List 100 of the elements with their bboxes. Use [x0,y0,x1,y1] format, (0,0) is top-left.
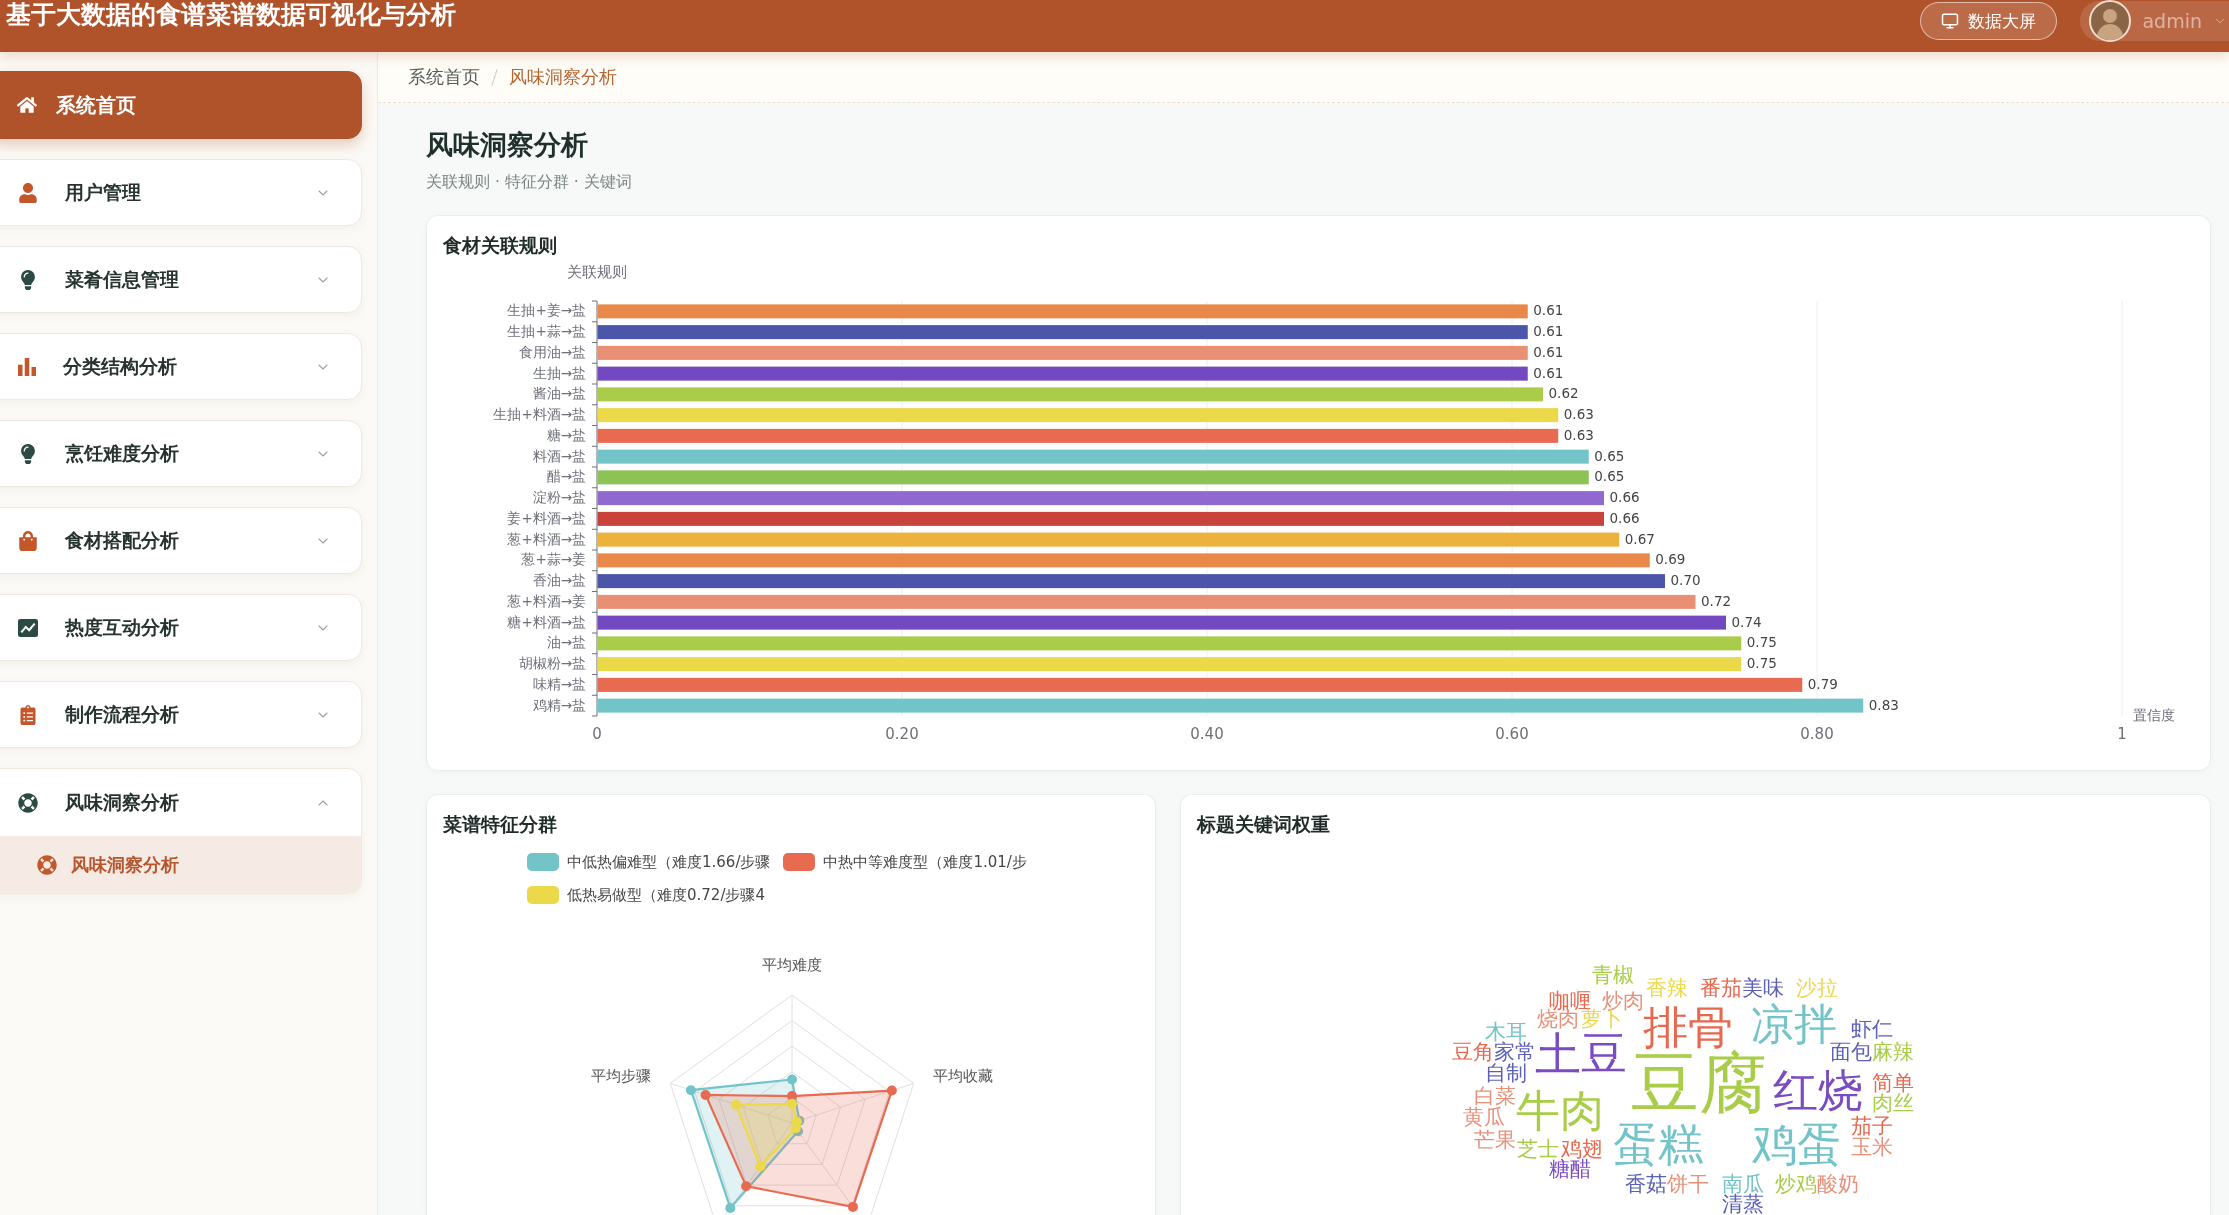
value-label: 0.74 [1731,613,1762,630]
menu-item[interactable]: 分类结构分析 [0,333,362,400]
value-label: 0.65 [1594,468,1625,485]
tick-label: 1 [2117,725,2127,743]
breadcrumb-item[interactable]: 系统首页 [408,65,480,89]
radar-point [787,1098,797,1109]
category-label: 油→盐 [546,634,586,651]
category-label: 生抽+姜→盐 [507,302,586,319]
value-label: 0.67 [1624,530,1655,547]
radar-point [755,1161,766,1172]
value-label: 0.61 [1533,323,1564,340]
keyword: 茄子 [1851,1115,1893,1137]
value-label: 0.69 [1655,551,1686,568]
keyword: 鸡蛋 [1752,1121,1842,1167]
menu-item[interactable]: 用户管理 [0,159,362,226]
life-ring-icon [18,792,38,813]
submenu-item[interactable]: 风味洞察分析 [0,836,361,893]
keyword: 蛋糕 [1613,1121,1703,1167]
value-label: 0.83 [1868,696,1899,713]
keyword: 木耳 [1485,1021,1527,1043]
category-label: 醋→盐 [546,468,586,485]
value-label: 0.63 [1563,426,1594,443]
keyword: 酸奶 [1817,1173,1859,1195]
category-label: 葱+料酒→姜 [507,592,586,609]
legend-item[interactable]: 低热易做型（难度0.72/步骤4 [527,885,765,905]
value-label: 0.66 [1609,509,1640,526]
category-label: 鸡精→盐 [532,696,586,713]
keyword: 糖醋 [1549,1158,1591,1180]
value-label: 0.75 [1746,655,1777,672]
keyword: 黄瓜 [1463,1106,1505,1128]
keyword: 沙拉 [1796,977,1838,999]
tick-label: 0 [592,725,602,743]
user-icon [18,182,38,203]
keyword: 炒鸡 [1775,1173,1817,1195]
menu-item[interactable]: 烹饪难度分析 [0,420,362,487]
lightbulb-icon [18,443,38,464]
keyword: 豆角 [1452,1041,1494,1063]
category-label: 酱油→盐 [532,385,586,402]
category-label: 姜+料酒→盐 [507,509,586,526]
legend-item[interactable]: 中热中等难度型（难度1.01/步 [783,852,1027,872]
category-label: 糖+料酒→盐 [507,613,586,630]
category-label: 味精→盐 [532,675,586,692]
keyword: 白菜 [1474,1085,1516,1107]
radar-point [886,1085,897,1096]
value-label: 0.61 [1533,364,1564,381]
axis-label: 平均难度 [762,955,822,974]
category-label: 糖→盐 [546,426,586,443]
keyword: 排骨 [1643,1004,1733,1050]
data-screen-button[interactable]: 数据大屏 [1920,2,2058,40]
monitor-icon [1941,12,1960,30]
value-label: 0.62 [1548,385,1579,402]
line-chart-icon [18,618,38,637]
keyword: 番茄 [1700,977,1742,999]
radar-point [725,1202,736,1213]
tick-label: 0.40 [1190,725,1224,743]
category-label: 葱+蒜→姜 [521,551,586,568]
keyword: 香辣 [1646,977,1688,999]
keyword: 虾仁 [1851,1018,1893,1040]
value-label: 0.61 [1533,302,1564,319]
menu-item[interactable]: 热度互动分析 [0,594,362,661]
tick-label: 0.60 [1495,725,1529,743]
app-title: 基于大数据的食谱菜谱数据可视化与分析 [5,0,456,30]
keyword: 肉丝 [1872,1092,1914,1114]
keyword: 麻辣 [1872,1041,1914,1063]
keyword: 香菇 [1625,1173,1667,1195]
radar-point [700,1089,711,1100]
menu-item[interactable]: 食材搭配分析 [0,507,362,574]
menu-item[interactable]: 系统首页 [0,71,362,139]
category-label: 生抽→盐 [532,364,586,381]
bar-chart-icon [18,357,36,376]
category-label: 葱+料酒→盐 [507,530,586,547]
value-label: 0.75 [1746,634,1777,651]
category-label: 食用油→盐 [518,343,586,360]
keyword: 鸡翅 [1561,1138,1603,1160]
value-label: 0.63 [1563,406,1594,423]
breadcrumb-item: 风味洞察分析 [509,65,617,89]
axis-title: 置信度 [2133,707,2175,723]
value-label: 0.79 [1807,675,1838,692]
keyword: 美味 [1742,977,1784,999]
page-title: 风味洞察分析 [426,128,589,162]
keyword: 清蒸 [1722,1193,1764,1215]
category-label: 生抽+蒜→盐 [507,323,586,340]
radar-point [685,1085,696,1096]
tick-label: 0.20 [885,725,919,743]
tick-label: 0.80 [1800,725,1834,743]
bag-icon [18,530,38,551]
radar-point [787,1074,797,1085]
category-label: 胡椒粉→盐 [518,655,586,672]
value-label: 0.70 [1670,572,1701,589]
page-subtitle: 关联规则 · 特征分群 · 关键词 [426,172,633,193]
category-label: 淀粉→盐 [532,489,586,506]
radar-point [741,1181,752,1192]
life-ring-icon [37,854,57,875]
keyword: 饼干 [1667,1173,1709,1195]
legend-item[interactable]: 中低热偏难型（难度1.66/步骤 [527,852,771,872]
menu-item[interactable]: 制作流程分析 [0,681,362,748]
menu-item[interactable]: 菜肴信息管理 [0,246,362,313]
category-label: 香油→盐 [532,572,586,589]
keyword: 简单 [1872,1072,1914,1094]
menu-item[interactable]: 风味洞察分析 [0,769,361,836]
